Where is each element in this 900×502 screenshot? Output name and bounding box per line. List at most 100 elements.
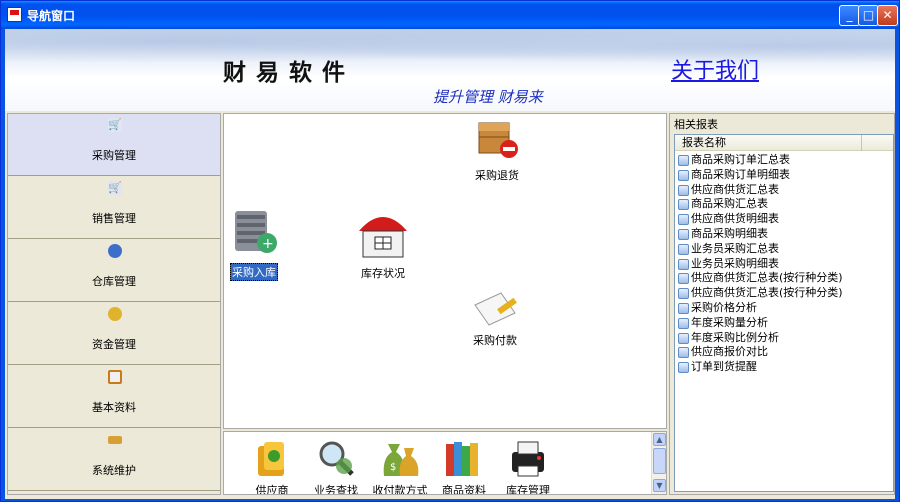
payment-icon (474, 292, 517, 326)
workflow-canvas (223, 113, 667, 429)
report-name: 供应商供货汇总表(按行种分类) (691, 271, 843, 285)
list-item[interactable]: 采购价格分析 (677, 301, 843, 316)
svg-text:$: $ (390, 462, 396, 473)
sidebar-item-purchase[interactable]: 🛒 采购管理 (8, 114, 220, 176)
chevron-up-icon: ▲ (656, 435, 663, 444)
shortcut-shelf: 供应商 业务查找 $ 收付款方式 商品资料 库存管理 ▲ ▼ (223, 431, 667, 495)
reports-list: 报表名称 商品采购订单汇总表 商品采购订单明细表 供应商供货汇总表 商品采购汇总… (674, 134, 894, 492)
server-add-icon: + (235, 211, 277, 253)
close-icon: ✕ (882, 8, 893, 22)
report-name: 供应商供货汇总表(按行种分类) (691, 286, 843, 300)
minimize-button[interactable]: _ (839, 5, 860, 26)
report-name: 商品采购汇总表 (691, 197, 768, 211)
report-name: 年度采购量分析 (691, 315, 768, 329)
sidebar-item-label: 销售管理 (92, 212, 136, 225)
sidebar-item-label: 基本资料 (92, 401, 136, 414)
report-icon (678, 155, 689, 166)
list-item[interactable]: 供应商供货汇总表(按行种分类) (677, 286, 843, 301)
banner: 财易软件 关于我们 提升管理 财易来 (5, 29, 895, 111)
report-icon (678, 199, 689, 211)
shortcut-label: 库存管理 (506, 484, 550, 495)
list-item[interactable]: 商品采购汇总表 (677, 197, 843, 212)
maximize-button[interactable]: □ (858, 5, 879, 26)
report-icon (678, 332, 689, 344)
report-name: 供应商报价对比 (691, 345, 768, 359)
node-purchase-return[interactable] (473, 115, 521, 163)
report-icon (678, 288, 689, 300)
box-return-icon (478, 122, 518, 158)
report-name: 订单到货提醒 (691, 360, 757, 374)
related-reports-panel: 相关报表 报表名称 商品采购订单汇总表 商品采购订单明细表 供应商供货汇总表 商… (669, 113, 895, 495)
coins-icon (108, 307, 122, 321)
sidebar-item-label: 资金管理 (92, 338, 136, 351)
hammer-icon (108, 436, 122, 444)
module-sidebar: 🛒 采购管理 🛒 销售管理 仓库管理 资金管理 基本资料 系统维护 (7, 113, 221, 495)
shortcut-label: 商品资料 (442, 484, 486, 495)
shortcut-products[interactable]: 商品资料 (434, 436, 494, 495)
report-name: 商品采购明细表 (691, 226, 768, 240)
list-item[interactable]: 供应商供货汇总表 (677, 183, 843, 198)
report-icon (678, 228, 689, 240)
report-rows: 商品采购订单汇总表 商品采购订单明细表 供应商供货汇总表 商品采购汇总表 供应商… (677, 153, 843, 375)
node-label: 库存状况 (361, 267, 405, 280)
report-name: 供应商供货汇总表 (691, 182, 779, 196)
shortcut-inventory[interactable]: 库存管理 (498, 436, 558, 495)
report-name: 业务员采购汇总表 (691, 241, 779, 255)
report-icon (678, 347, 689, 359)
about-us-link[interactable]: 关于我们 (671, 53, 759, 85)
report-name: 年度采购比例分析 (691, 330, 779, 344)
svg-text:+: + (262, 236, 274, 252)
sidebar-item-warehouse[interactable]: 仓库管理 (8, 240, 220, 302)
list-item[interactable]: 业务员采购明细表 (677, 257, 843, 272)
report-name: 商品采购订单明细表 (691, 167, 790, 181)
warehouse-icon (359, 217, 407, 258)
scroll-down-button[interactable]: ▼ (653, 479, 666, 492)
report-icon (678, 243, 689, 255)
sidebar-item-basic-data[interactable]: 基本资料 (8, 366, 220, 428)
column-header-report-name[interactable]: 报表名称 (676, 135, 862, 151)
scroll-thumb[interactable] (653, 448, 666, 474)
list-item[interactable]: 年度采购比例分析 (677, 331, 843, 346)
report-name: 业务员采购明细表 (691, 256, 779, 270)
list-item[interactable]: 供应商供货明细表 (677, 212, 843, 227)
shortcut-supplier[interactable]: 供应商 (242, 436, 302, 494)
list-item[interactable]: 年度采购量分析 (677, 316, 843, 331)
scroll-up-button[interactable]: ▲ (653, 433, 666, 446)
shortcut-payment-methods[interactable]: $ 收付款方式 (370, 436, 430, 495)
shortcut-search[interactable]: 业务查找 (306, 436, 366, 494)
list-item[interactable]: 订单到货提醒 (677, 360, 843, 375)
report-name: 商品采购订单汇总表 (691, 153, 790, 166)
cart-icon: 🛒 (108, 118, 122, 132)
report-icon (678, 184, 689, 196)
printer-icon (512, 441, 544, 477)
list-item[interactable]: 业务员采购汇总表 (677, 242, 843, 257)
list-item[interactable]: 商品采购订单汇总表 (677, 153, 843, 168)
report-icon (678, 302, 689, 314)
slogan: 提升管理 财易来 (433, 88, 543, 106)
sidebar-item-funds[interactable]: 资金管理 (8, 303, 220, 365)
sidebar-item-system[interactable]: 系统维护 (8, 429, 220, 491)
shortcut-label: 收付款方式 (372, 484, 428, 495)
database-icon (108, 244, 122, 258)
list-item[interactable]: 供应商供货汇总表(按行种分类) (677, 271, 843, 286)
node-purchase-inbound[interactable]: + (231, 207, 279, 255)
report-icon (678, 273, 689, 285)
report-icon (678, 317, 689, 329)
window-title: 导航窗口 (27, 9, 76, 23)
list-item[interactable]: 商品采购明细表 (677, 227, 843, 242)
node-label: 采购入库 (230, 263, 278, 281)
list-item[interactable]: 商品采购订单明细表 (677, 168, 843, 183)
list-item[interactable]: 供应商报价对比 (677, 345, 843, 360)
sidebar-item-label: 系统维护 (92, 464, 136, 477)
node-inventory-status[interactable] (357, 209, 409, 259)
chevron-down-icon: ▼ (656, 481, 663, 490)
shelf-scrollbar[interactable]: ▲ ▼ (651, 432, 666, 494)
sidebar-item-sales[interactable]: 🛒 销售管理 (8, 177, 220, 239)
close-button[interactable]: ✕ (877, 5, 898, 26)
app-window: 导航窗口 _ □ ✕ 财易软件 关于我们 提升管理 财易来 🛒 采购管理 🛒 销… (0, 0, 900, 502)
app-icon (7, 7, 22, 22)
title-bar[interactable]: 导航窗口 _ □ ✕ (1, 1, 899, 29)
node-purchase-payment[interactable] (471, 287, 523, 327)
client-area: 财易软件 关于我们 提升管理 财易来 🛒 采购管理 🛒 销售管理 仓库管理 资金… (5, 29, 895, 499)
books-icon (446, 442, 478, 476)
